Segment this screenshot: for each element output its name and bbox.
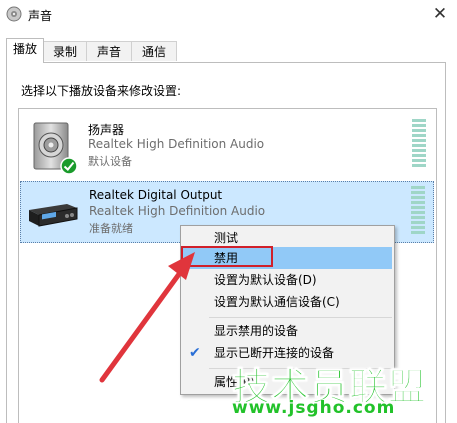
tab-playback-label: 播放: [12, 42, 37, 56]
watermark-url: www.jsgho.com: [232, 398, 396, 418]
checkmark-icon: ✔: [189, 345, 201, 361]
tab-communications[interactable]: 通信: [131, 41, 177, 61]
close-icon: ✕: [432, 4, 448, 24]
menu-separator: [209, 317, 392, 318]
device-status: 准备就绪: [89, 222, 133, 235]
instruction-text: 选择以下播放设备来修改设置:: [21, 84, 182, 98]
device-description: Realtek High Definition Audio: [89, 204, 266, 218]
window-title: 声音: [28, 9, 53, 23]
menu-item-label: 设置为默认设备(D): [214, 273, 317, 287]
device-item-speakers[interactable]: 扬声器 Realtek High Definition Audio 默认设备: [20, 115, 434, 177]
default-check-icon: [60, 157, 78, 175]
device-status: 默认设备: [88, 155, 132, 168]
menu-item-label: 设置为默认通信设备(C): [214, 295, 340, 309]
tab-sounds-label: 声音: [96, 45, 121, 59]
close-button[interactable]: ✕: [429, 3, 451, 25]
tab-communications-label: 通信: [141, 45, 166, 59]
menu-item-set-default[interactable]: 设置为默认设备(D): [183, 269, 392, 291]
tab-sounds[interactable]: 声音: [86, 41, 132, 61]
sound-app-icon: [6, 6, 22, 22]
device-name: Realtek Digital Output: [89, 188, 223, 202]
menu-item-show-disabled[interactable]: 显示禁用的设备: [183, 320, 392, 342]
tab-bar: 播放 录制 声音 通信: [6, 38, 446, 63]
menu-item-label: 测试: [214, 231, 239, 245]
tab-recording[interactable]: 录制: [43, 41, 87, 61]
tab-playback[interactable]: 播放: [6, 38, 44, 63]
device-name: 扬声器: [88, 123, 125, 137]
menu-item-label: 显示禁用的设备: [214, 324, 299, 338]
title-bar: 声音 ✕: [0, 0, 457, 30]
volume-meter: [411, 186, 425, 238]
annotation-highlight-box: [181, 246, 273, 267]
device-description: Realtek High Definition Audio: [88, 137, 265, 151]
digital-output-icon: [29, 204, 78, 227]
menu-item-set-default-comm[interactable]: 设置为默认通信设备(C): [183, 291, 392, 313]
volume-meter: [412, 119, 426, 171]
tab-recording-label: 录制: [52, 45, 77, 59]
